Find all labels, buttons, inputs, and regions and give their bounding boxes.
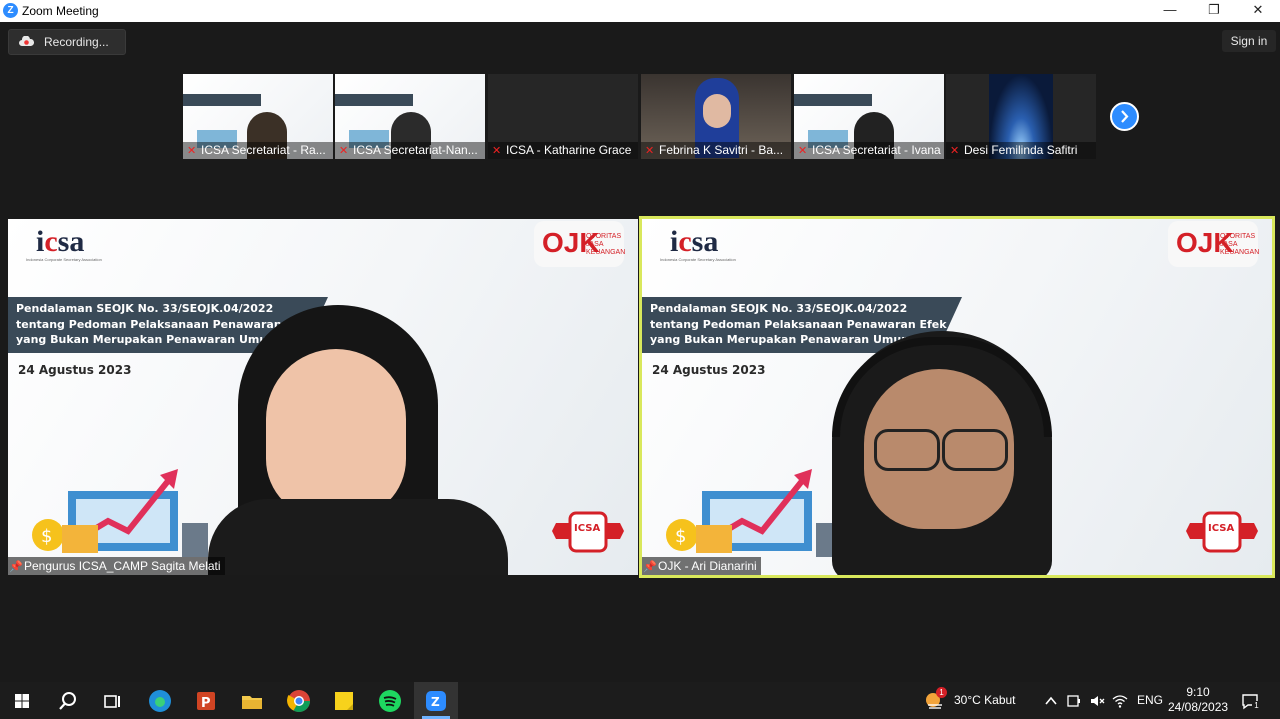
participant-name: ✕ ICSA Secretariat - Ra... — [183, 142, 333, 159]
svg-text:$: $ — [41, 526, 52, 547]
mic-muted-icon: ✕ — [187, 145, 197, 157]
mic-muted-icon: ✕ — [798, 145, 808, 157]
notification-count: 1 — [1252, 701, 1261, 710]
task-view-icon[interactable] — [98, 687, 126, 715]
participant-name: ✕ Febrina K Savitri - Ba... — [641, 142, 791, 159]
mic-muted-icon: ✕ — [645, 145, 655, 157]
next-page-button[interactable] — [1110, 102, 1139, 131]
glasses-icon — [942, 429, 1008, 471]
ojk-logo: OJK OTORITAS JASA KEUANGAN — [534, 221, 625, 267]
chevron-right-icon — [1121, 110, 1129, 123]
restore-button[interactable]: ❐ — [1192, 0, 1236, 22]
zoom-icon: Z — [426, 691, 446, 711]
slide-date: 24 Agustus 2023 — [18, 363, 132, 377]
svg-text:ICSA: ICSA — [1208, 523, 1234, 534]
cloud-recording-icon — [19, 36, 34, 46]
volume-muted-icon[interactable] — [1089, 693, 1105, 709]
svg-text:Z: Z — [431, 695, 440, 709]
chevron-up-icon[interactable] — [1044, 694, 1058, 708]
finance-illustration: $ — [32, 469, 208, 557]
pin-icon: 📌 — [643, 561, 657, 573]
participant-thumbnail[interactable]: ✕ ICSA Secretariat - Ra... — [183, 74, 333, 159]
svg-text:P: P — [201, 696, 211, 711]
glasses-icon — [874, 429, 940, 471]
pin-icon: 📌 — [9, 561, 23, 573]
mic-muted-icon: ✕ — [339, 145, 349, 157]
slide-date: 24 Agustus 2023 — [652, 363, 766, 377]
icsa-academy-badge: ICSA — [552, 511, 624, 553]
recording-indicator[interactable]: Recording... — [8, 29, 126, 55]
icsa-logo-subtitle: Indonesia Corporate Secretary Associatio… — [26, 257, 102, 262]
clock[interactable]: 9:10 24/08/2023 — [1168, 685, 1228, 715]
windows-taskbar: P Z 1 30°C Kabut ENG 9:10 24/08/2023 1 — [0, 682, 1280, 719]
windows-start-icon[interactable] — [8, 687, 36, 715]
title-bar: Z Zoom Meeting — ❐ ✕ — [0, 0, 1280, 22]
participant-name-label: 📌OJK - Ari Dianarini — [642, 557, 761, 575]
zoom-taskbar-active[interactable]: Z — [414, 682, 458, 719]
language-indicator[interactable]: ENG — [1137, 682, 1163, 719]
search-icon[interactable] — [54, 687, 82, 715]
sticky-notes-icon[interactable] — [330, 687, 358, 715]
slide-banner — [183, 94, 261, 106]
participant-thumbnail[interactable]: ✕ ICSA - Katharine Grace — [488, 74, 638, 159]
weather-alert-badge: 1 — [936, 687, 947, 698]
svg-text:$: $ — [675, 526, 686, 547]
chrome-icon[interactable] — [285, 687, 313, 715]
icsa-logo-subtitle: Indonesia Corporate Secretary Associatio… — [660, 257, 736, 262]
participant-name: ✕ ICSA Secretariat - Ivana — [794, 142, 944, 159]
ojk-logo: OJK OTORITAS JASA KEUANGAN — [1168, 221, 1259, 267]
close-button[interactable]: ✕ — [1236, 0, 1280, 22]
participant-thumbnail[interactable]: ✕ ICSA Secretariat-Nan... — [335, 74, 485, 159]
zoom-logo-icon: Z — [3, 3, 18, 18]
powerpoint-icon[interactable]: P — [192, 687, 220, 715]
participant-face — [266, 349, 406, 519]
wifi-icon[interactable] — [1112, 693, 1128, 709]
window-title: Zoom Meeting — [22, 4, 99, 18]
icsa-logo: icsa — [670, 225, 719, 258]
participant-thumbnail[interactable]: ✕ ICSA Secretariat - Ivana — [794, 74, 944, 159]
svg-text:ICSA: ICSA — [574, 523, 600, 534]
mic-muted-icon: ✕ — [492, 145, 502, 157]
file-explorer-icon[interactable] — [238, 687, 266, 715]
clock-date: 24/08/2023 — [1168, 700, 1229, 714]
slide-banner — [794, 94, 872, 106]
clock-time: 9:10 — [1186, 685, 1210, 699]
sign-in-button[interactable]: Sign in — [1222, 30, 1276, 52]
battery-icon[interactable] — [1066, 693, 1082, 709]
weather-text[interactable]: 30°C Kabut — [954, 682, 1016, 719]
minimize-button[interactable]: — — [1148, 0, 1192, 22]
icsa-logo: icsa — [36, 225, 85, 258]
participant-name: ✕ ICSA Secretariat-Nan... — [335, 142, 485, 159]
participant-body — [208, 499, 508, 575]
spotify-icon[interactable] — [376, 687, 404, 715]
mic-muted-icon: ✕ — [950, 145, 960, 157]
participant-thumbnail[interactable]: ✕ Febrina K Savitri - Ba... — [641, 74, 791, 159]
participant-name: ✕ ICSA - Katharine Grace — [488, 142, 638, 159]
participant-name-label: 📌Pengurus ICSA_CAMP Sagita Melati — [8, 557, 225, 575]
participant-face — [703, 94, 731, 128]
active-speaker-video-tile[interactable]: icsa Indonesia Corporate Secretary Assoc… — [639, 216, 1275, 578]
participant-thumbnail[interactable]: ✕ Desi Femilinda Safitri — [946, 74, 1096, 159]
icsa-academy-badge: ICSA — [1186, 511, 1258, 553]
slide-banner — [335, 94, 413, 106]
recording-label: Recording... — [44, 35, 109, 49]
participant-name: ✕ Desi Femilinda Safitri — [946, 142, 1096, 159]
edge-icon[interactable] — [146, 687, 174, 715]
video-tile[interactable]: icsa Indonesia Corporate Secretary Assoc… — [8, 219, 638, 575]
